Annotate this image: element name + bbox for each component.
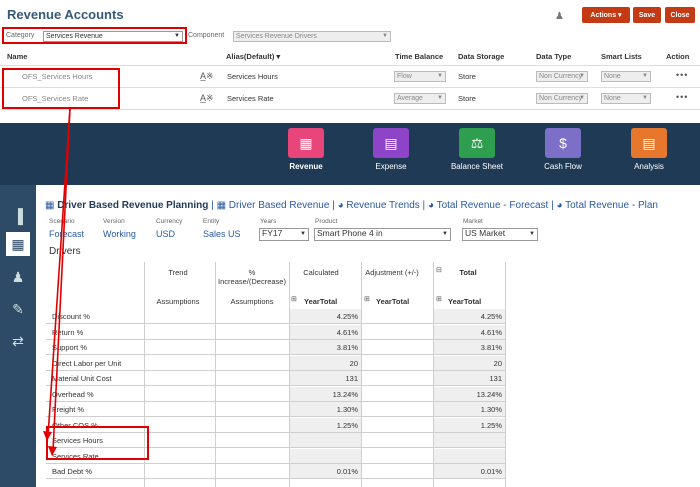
- pointer-arrow: [43, 107, 71, 456]
